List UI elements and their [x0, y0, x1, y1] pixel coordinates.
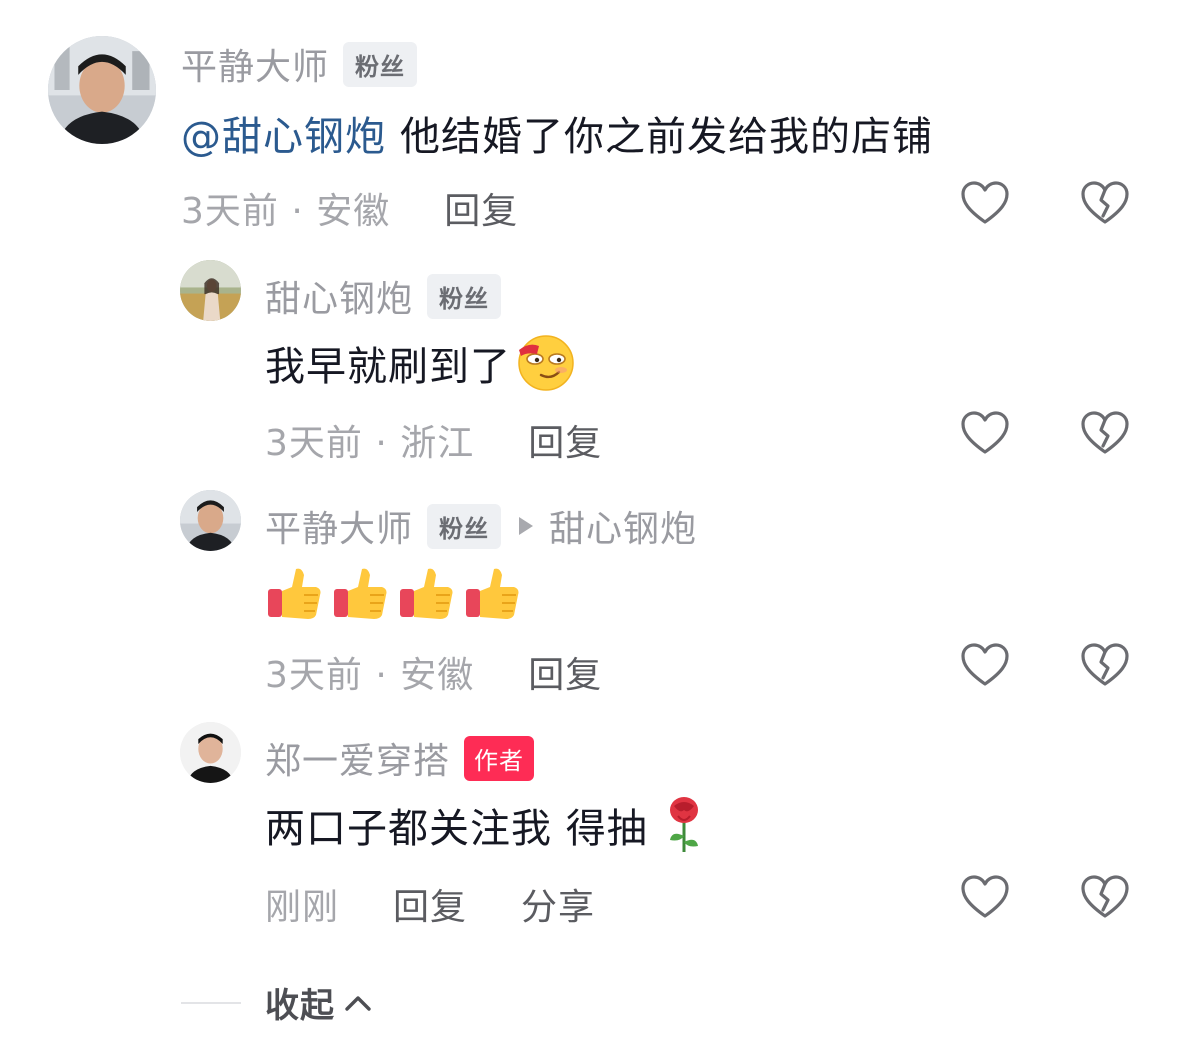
reply-button[interactable]: 回复 [444, 182, 518, 234]
username[interactable]: 平静大师 [265, 500, 413, 552]
heart-outline-icon[interactable] [960, 180, 1010, 226]
reply-item: 郑一爱穿搭 作者 两口子都关注我 得抽 刚刚 回复 分享 [0, 714, 1180, 946]
avatar-photo [48, 36, 156, 144]
emoji-row [266, 562, 522, 622]
divider-line [181, 1001, 241, 1004]
smirk-emoji [515, 332, 577, 394]
username[interactable]: 郑一爱穿搭 [265, 732, 450, 784]
avatar[interactable] [180, 490, 241, 551]
heart-outline-icon[interactable] [960, 874, 1010, 920]
fan-badge: 粉丝 [427, 503, 502, 549]
thumbs-up-emoji [266, 563, 324, 621]
mention-link[interactable]: @甜心钢炮 [181, 104, 386, 162]
reply-item: 平静大师 粉丝 甜心钢炮 3天前 · 安徽 回复 [0, 482, 1180, 714]
avatar[interactable] [48, 36, 156, 144]
username[interactable]: 甜心钢炮 [265, 270, 413, 322]
author-badge: 作者 [464, 735, 535, 781]
comment-text: 我早就刷到了 [265, 344, 511, 390]
comment-time-location: 3天前 · 浙江 [265, 423, 475, 464]
chevron-up-icon[interactable] [343, 992, 373, 1014]
reply-button[interactable]: 回复 [528, 646, 602, 698]
fan-badge: 粉丝 [427, 273, 502, 319]
comment-text: 两口子都关注我 得抽 [265, 806, 648, 852]
reply-target-username[interactable]: 甜心钢炮 [549, 500, 697, 552]
thumbs-up-emoji [332, 563, 390, 621]
avatar-photo [180, 722, 241, 783]
comment-time-location: 3天前 · 安徽 [181, 191, 391, 232]
username[interactable]: 平静大师 [181, 38, 329, 90]
reply-button[interactable]: 回复 [528, 414, 602, 466]
broken-heart-icon[interactable] [1080, 410, 1130, 456]
broken-heart-icon[interactable] [1080, 642, 1130, 688]
rose-emoji [664, 796, 704, 854]
avatar-photo [180, 490, 241, 551]
comment-item: 平静大师 粉丝 @甜心钢炮 他结婚了你之前发给我的店铺 3天前 · 安徽 回复 [0, 0, 1180, 250]
reply-arrow-icon [519, 517, 534, 535]
broken-heart-icon[interactable] [1080, 874, 1130, 920]
reply-button[interactable]: 回复 [393, 878, 467, 930]
comment-time: 刚刚 [265, 887, 340, 928]
collapse-replies[interactable]: 收起 [181, 978, 373, 1027]
thumbs-up-emoji [398, 563, 456, 621]
broken-heart-icon[interactable] [1080, 180, 1130, 226]
avatar[interactable] [180, 722, 241, 783]
thumbs-up-emoji [464, 563, 522, 621]
comment-text: 他结婚了你之前发给我的店铺 [400, 114, 933, 160]
avatar-photo [180, 260, 241, 321]
heart-outline-icon[interactable] [960, 642, 1010, 688]
comment-time-location: 3天前 · 安徽 [265, 655, 475, 696]
avatar[interactable] [180, 260, 241, 321]
fan-badge: 粉丝 [343, 41, 418, 87]
heart-outline-icon[interactable] [960, 410, 1010, 456]
share-button[interactable]: 分享 [521, 878, 595, 930]
collapse-label[interactable]: 收起 [265, 978, 335, 1027]
reply-item: 甜心钢炮 粉丝 我早就刷到了 3天前 · 浙江 回复 [0, 250, 1180, 482]
